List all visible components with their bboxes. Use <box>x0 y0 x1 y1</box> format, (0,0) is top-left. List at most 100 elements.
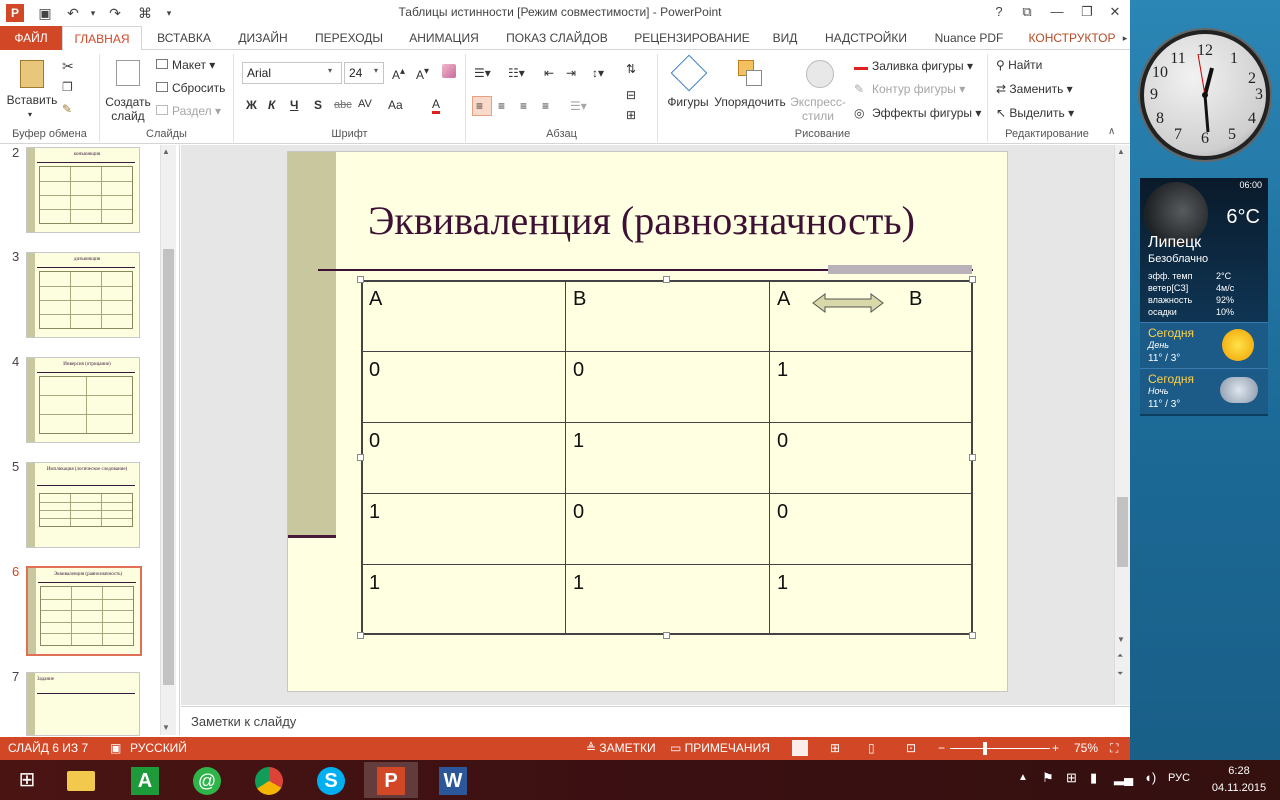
change-case-button[interactable]: Aa <box>388 98 403 112</box>
mail-agent-icon[interactable]: @ <box>180 762 234 798</box>
table-header-cell[interactable]: B <box>573 288 586 311</box>
slide-thumbnail-4[interactable]: Инверсия (отрицание) <box>26 357 140 443</box>
clear-formatting-icon[interactable] <box>442 64 456 78</box>
word-taskbar-icon[interactable]: W <box>426 762 480 798</box>
a-app-icon[interactable]: A <box>118 762 172 798</box>
clock-gadget[interactable]: 12 1 2 3 4 5 6 7 8 9 10 11 <box>1140 30 1270 160</box>
strikethrough-button[interactable]: abc <box>334 99 352 111</box>
ribbon-options-button[interactable]: ⧉ <box>1014 2 1040 22</box>
tabs-scroll-right-icon[interactable]: ▸ <box>1120 26 1130 50</box>
explorer-icon[interactable] <box>54 762 108 798</box>
undo-icon[interactable]: ↶ <box>62 3 84 23</box>
scroll-thumb[interactable] <box>1117 497 1128 567</box>
network-icon[interactable]: ▂▄ <box>1114 770 1133 786</box>
customize-qat-icon[interactable]: ▾ <box>158 3 180 23</box>
taskbar-time[interactable]: 6:28 <box>1208 765 1270 777</box>
slide-thumbnail-2[interactable]: конъюнкция <box>26 147 140 233</box>
scroll-down-icon[interactable]: ▼ <box>162 723 170 732</box>
volume-icon[interactable]: ◖) <box>1144 770 1156 785</box>
scroll-up-icon[interactable]: ▲ <box>1117 147 1125 156</box>
arrange-button[interactable]: Упорядочить <box>714 56 786 122</box>
columns-icon[interactable]: ☰▾ <box>570 99 587 113</box>
tray-expand-icon[interactable]: ▲ <box>1018 772 1028 783</box>
notes-pane[interactable]: Заметки к слайду <box>181 706 1130 736</box>
thumbnails-scrollbar[interactable]: ▲ ▼ <box>160 145 176 735</box>
smartart-icon[interactable]: ⊞ <box>626 108 636 122</box>
zoom-in-icon[interactable]: + <box>1052 741 1059 755</box>
resize-handle[interactable] <box>357 454 364 461</box>
help-button[interactable]: ? <box>986 2 1012 22</box>
table-cell[interactable]: 0 <box>777 501 788 524</box>
table-cell[interactable]: 0 <box>369 430 380 453</box>
editor-scrollbar[interactable]: ▲ ▼ ⏶ ⏷ <box>1114 145 1130 705</box>
minimize-button[interactable]: — <box>1044 2 1070 22</box>
slide-title[interactable]: Эквиваленция (равнозначность) <box>368 197 988 244</box>
normal-view-icon[interactable] <box>792 740 808 756</box>
resize-handle[interactable] <box>663 632 670 639</box>
table-cell[interactable]: 0 <box>369 359 380 382</box>
shape-effects-button[interactable]: ◎ Эффекты фигуры ▾ <box>854 106 981 120</box>
chevron-down-icon[interactable]: ▾ <box>328 66 332 75</box>
tab-addins[interactable]: НАДСТРОЙКИ <box>814 26 918 50</box>
table-cell[interactable]: 1 <box>573 430 584 453</box>
start-slideshow-icon[interactable]: ⌘ <box>134 3 156 23</box>
quick-styles-button[interactable]: Экспресс- стили <box>786 56 850 123</box>
tab-animation[interactable]: АНИМАЦИЯ <box>396 26 492 50</box>
resize-handle[interactable] <box>357 276 364 283</box>
maximize-button[interactable]: ❐ <box>1074 2 1100 22</box>
bold-button[interactable]: Ж <box>246 98 257 112</box>
slide-thumbnail-7[interactable]: Задание <box>26 672 140 736</box>
language-indicator[interactable]: РУССКИЙ <box>130 741 187 755</box>
fit-to-window-icon[interactable]: ⛶ <box>1110 741 1118 756</box>
cut-icon[interactable]: ✂ <box>62 58 74 75</box>
grow-font-icon[interactable]: A▴ <box>392 66 405 82</box>
shape-fill-button[interactable]: Заливка фигуры ▾ <box>854 58 973 73</box>
scroll-up-icon[interactable]: ▲ <box>162 147 170 156</box>
tab-file[interactable]: ФАЙЛ <box>0 26 62 50</box>
collapse-ribbon-icon[interactable]: ∧ <box>1108 126 1115 137</box>
input-language[interactable]: РУС <box>1168 772 1190 784</box>
table-header-cell[interactable]: B <box>909 288 922 311</box>
table-cell[interactable]: 1 <box>573 572 584 595</box>
find-button[interactable]: ⚲ Найти <box>996 58 1042 72</box>
tab-home[interactable]: ГЛАВНАЯ <box>62 26 142 51</box>
decrease-indent-icon[interactable]: ⇤ <box>544 66 554 80</box>
weather-gadget[interactable]: 06:00 6°C Липецк Безоблачно эфф. темп 2°… <box>1140 178 1268 416</box>
line-spacing-icon[interactable]: ↕▾ <box>592 66 604 80</box>
numbering-icon[interactable]: ☷▾ <box>508 66 525 80</box>
comments-toggle[interactable]: ▭ ПРИМЕЧАНИЯ <box>670 741 770 755</box>
shape-outline-button[interactable]: ✎ Контур фигуры ▾ <box>854 82 965 96</box>
section-button[interactable]: Раздел ▾ <box>156 104 221 118</box>
tab-format[interactable]: КОНСТРУКТОР <box>1022 26 1122 50</box>
table-cell[interactable]: 1 <box>777 572 788 595</box>
resize-handle[interactable] <box>663 276 670 283</box>
chevron-down-icon[interactable]: ▾ <box>374 66 378 75</box>
paste-button[interactable]: Вставить ▾ <box>7 58 57 122</box>
zoom-slider-track[interactable] <box>950 748 1050 749</box>
slide-sorter-icon[interactable]: ⊞ <box>830 741 840 755</box>
slide-thumbnail-3[interactable]: дизъюнкция <box>26 252 140 338</box>
action-center-icon[interactable]: ⚑ <box>1042 770 1054 786</box>
justify-icon[interactable]: ≡ <box>542 99 549 113</box>
shadow-button[interactable]: S <box>314 98 322 112</box>
layout-button[interactable]: Макет ▾ <box>156 58 215 72</box>
previous-slide-icon[interactable]: ⏶ <box>1117 651 1123 661</box>
start-button[interactable]: ⊞ <box>0 762 54 798</box>
scroll-down-icon[interactable]: ▼ <box>1117 635 1125 644</box>
underline-button[interactable]: Ч <box>290 98 298 112</box>
redo-icon[interactable]: ↷ <box>104 3 126 23</box>
resize-handle[interactable] <box>357 632 364 639</box>
slide-thumbnail-6[interactable]: Эквиваленция (равнозначность) <box>26 566 142 656</box>
taskbar-date[interactable]: 04.11.2015 <box>1204 782 1274 794</box>
tab-insert[interactable]: ВСТАВКА <box>150 26 218 50</box>
tab-slideshow[interactable]: ПОКАЗ СЛАЙДОВ <box>496 26 618 50</box>
table-cell[interactable]: 1 <box>777 359 788 382</box>
text-direction-icon[interactable]: ⇅ <box>626 62 636 76</box>
tab-design[interactable]: ДИЗАЙН <box>226 26 300 50</box>
shapes-button[interactable]: Фигуры <box>662 54 714 122</box>
slideshow-view-icon[interactable]: ⊡ <box>906 741 916 755</box>
battery-icon[interactable]: ▮ <box>1090 770 1097 786</box>
powerpoint-logo-icon[interactable]: P <box>6 4 24 22</box>
align-text-icon[interactable]: ⊟ <box>626 88 636 102</box>
zoom-slider-thumb[interactable] <box>983 742 987 755</box>
